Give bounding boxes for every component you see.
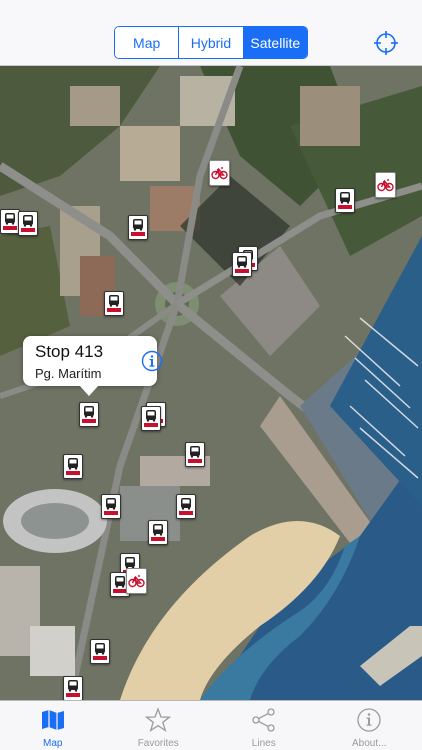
map-type-satellite-button[interactable]: Satellite bbox=[243, 27, 307, 58]
tab-favorites[interactable]: Favorites bbox=[106, 701, 212, 750]
bus-stop-icon[interactable] bbox=[185, 442, 205, 467]
bus-stop-icon[interactable] bbox=[176, 494, 196, 519]
bus-stop-icon[interactable] bbox=[148, 520, 168, 545]
bus-stop-icon[interactable] bbox=[101, 494, 121, 519]
crosshair-icon[interactable] bbox=[372, 29, 400, 57]
stop-callout-subtitle: Pg. Marítim bbox=[35, 366, 102, 381]
bus-stop-icon[interactable] bbox=[232, 252, 252, 277]
bike-station-icon[interactable] bbox=[209, 160, 230, 186]
bus-stop-icon[interactable] bbox=[104, 291, 124, 316]
bus-stop-icon[interactable] bbox=[18, 211, 38, 236]
tab-lines[interactable]: Lines bbox=[211, 701, 317, 750]
tab-about-label: About... bbox=[352, 738, 387, 749]
share-nodes-icon bbox=[252, 708, 275, 732]
bus-stop-icon[interactable] bbox=[63, 676, 83, 700]
bus-stop-icon[interactable] bbox=[63, 454, 83, 479]
bus-stop-icon[interactable] bbox=[128, 215, 148, 240]
bus-stop-icon[interactable] bbox=[141, 406, 161, 431]
star-icon bbox=[145, 707, 172, 733]
bus-stop-icon[interactable] bbox=[0, 209, 20, 234]
map-type-segmented-control[interactable]: Map Hybrid Satellite bbox=[114, 26, 308, 59]
info-icon bbox=[357, 708, 381, 732]
tab-map[interactable]: Map bbox=[0, 701, 106, 750]
bike-station-icon[interactable] bbox=[126, 568, 147, 594]
bus-stop-icon[interactable] bbox=[90, 639, 110, 664]
info-icon[interactable] bbox=[141, 350, 163, 372]
stop-callout[interactable]: Stop 413 Pg. Marítim bbox=[23, 336, 163, 396]
tab-favorites-label: Favorites bbox=[137, 738, 179, 749]
tab-bar: Map Favorites Lines About... bbox=[0, 700, 422, 750]
tab-about[interactable]: About... bbox=[317, 701, 422, 750]
stop-callout-title: Stop 413 bbox=[35, 342, 104, 361]
tab-lines-label: Lines bbox=[251, 738, 276, 749]
map-type-map-button[interactable]: Map bbox=[115, 27, 180, 58]
top-bar: Map Hybrid Satellite bbox=[0, 0, 422, 66]
bus-stop-icon[interactable] bbox=[335, 188, 355, 213]
tab-map-label: Map bbox=[43, 738, 63, 749]
map-icon bbox=[41, 710, 64, 730]
map-type-hybrid-button[interactable]: Hybrid bbox=[179, 27, 244, 58]
bike-station-icon[interactable] bbox=[375, 172, 396, 198]
bus-stop-icon[interactable] bbox=[79, 402, 99, 427]
